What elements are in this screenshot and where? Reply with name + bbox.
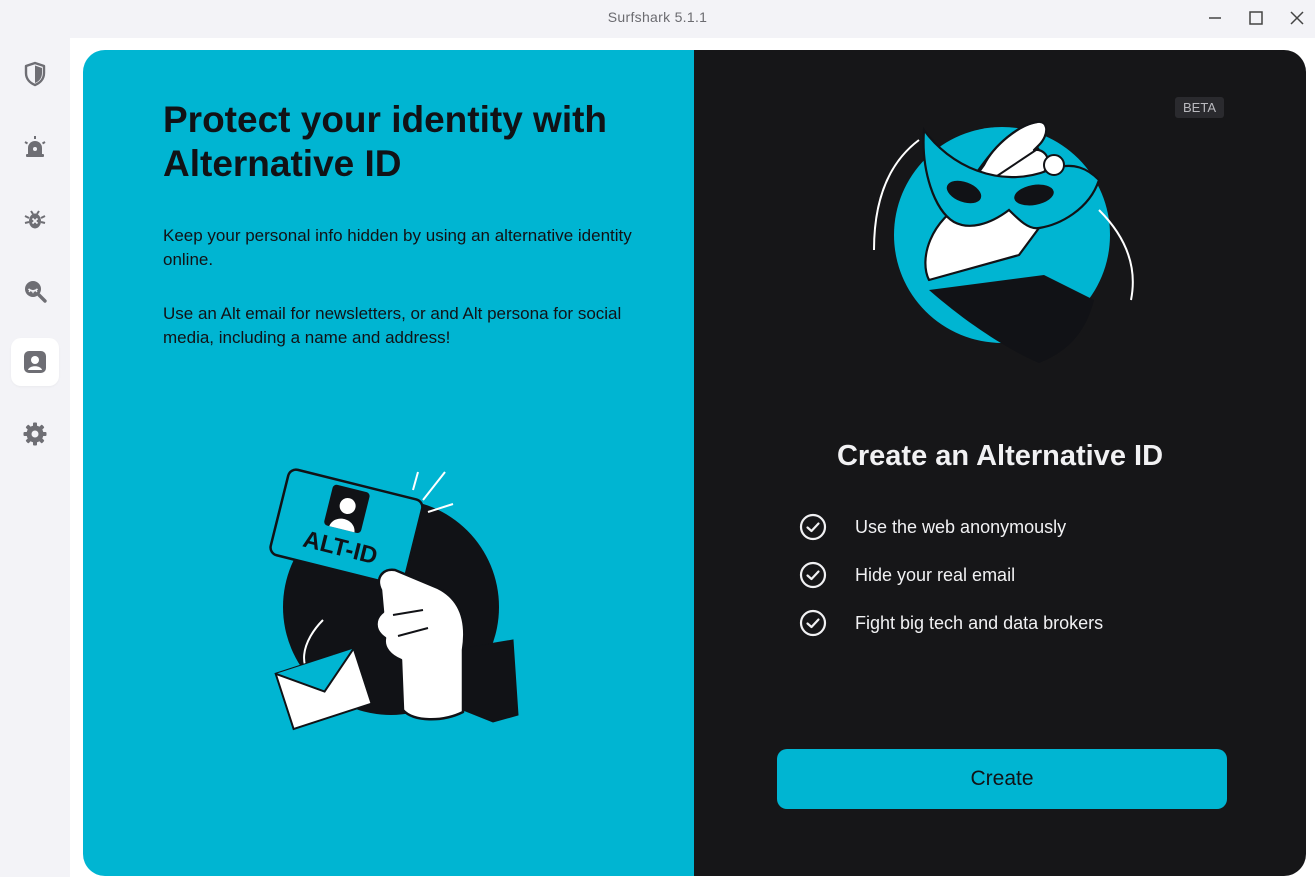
feature-text: Hide your real email [855,564,1016,585]
minimize-button[interactable] [1197,4,1233,32]
title-bar: Surfshark 5.1.1 [0,0,1315,38]
alt-id-card-illustration: ALT-ID [269,468,519,731]
sidebar-item-alert-search[interactable] [11,267,59,315]
sidebar-item-antivirus[interactable] [11,195,59,243]
check-circle-icon [799,609,827,637]
page-title: Protect your identity with Alternative I… [163,99,608,184]
alert-icon [24,136,46,157]
alternative-id-card: Protect your identity with Alternative I… [83,50,1306,876]
gear-icon [23,422,47,446]
masked-hand-illustration [873,120,1134,363]
window-title: Surfshark 5.1.1 [607,9,708,25]
antivirus-bug-icon [24,210,46,229]
beta-badge: BETA [1175,97,1224,118]
check-circle-icon [799,513,827,541]
sidebar-item-alternative-id[interactable] [11,338,59,386]
feature-item: Fight big tech and data brokers [798,608,1103,638]
sidebar [0,38,70,877]
shield-icon [24,61,46,87]
feature-text: Use the web anonymously [855,516,1067,537]
sidebar-item-vpn[interactable] [11,50,59,98]
info-panel: Protect your identity with Alternative I… [83,50,694,876]
search-eye-icon [25,281,47,303]
maximize-button[interactable] [1238,4,1274,32]
feature-item: Use the web anonymously [798,512,1066,542]
check-circle-icon [799,561,827,589]
create-button[interactable]: Create [777,749,1227,809]
close-icon [1290,11,1304,25]
description-paragraph-1: Keep your personal info hidden by using … [163,226,632,269]
maximize-icon [1249,11,1263,25]
create-panel: BETA Create an Alternative ID Use the we… [694,50,1306,876]
sidebar-item-settings[interactable] [11,410,59,458]
feature-text: Fight big tech and data brokers [855,612,1104,633]
feature-item: Hide your real email [798,560,1015,590]
alternative-id-icon [24,351,46,373]
sidebar-item-alert[interactable] [11,123,59,171]
close-button[interactable] [1279,4,1315,32]
description-paragraph-2: Use an Alt email for newsletters, or and… [163,304,622,347]
create-title: Create an Alternative ID [836,440,1164,472]
minimize-icon [1209,17,1221,19]
